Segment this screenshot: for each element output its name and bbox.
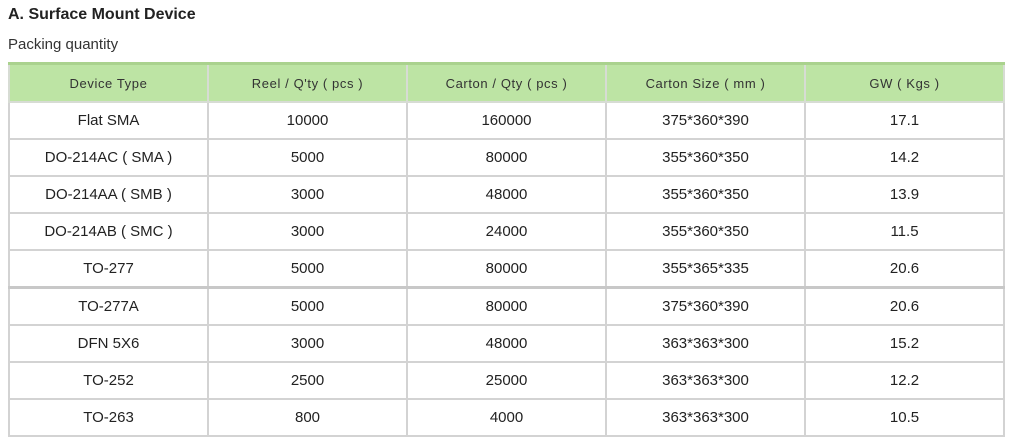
- cell-carton-size: 355*360*350: [605, 175, 806, 214]
- cell-carton-qty: 80000: [406, 138, 607, 177]
- cell-reel-qty: 3000: [207, 324, 408, 363]
- cell-reel-qty: 2500: [207, 361, 408, 400]
- section-title: A. Surface Mount Device: [8, 6, 196, 23]
- cell-reel-qty: 5000: [207, 249, 408, 289]
- cell-carton-qty: 24000: [406, 212, 607, 251]
- header-gross-weight: GW ( Kgs ): [804, 62, 1005, 103]
- cell-carton-qty: 25000: [406, 361, 607, 400]
- cell-device-type: DO-214AC ( SMA ): [8, 138, 209, 177]
- header-device-type: Device Type: [8, 62, 209, 103]
- table-body: Flat SMA 10000 160000 375*360*390 17.1 D…: [8, 101, 1005, 437]
- cell-device-type: TO-277A: [8, 286, 209, 326]
- cell-device-type: Flat SMA: [8, 101, 209, 140]
- cell-gross-weight: 20.6: [804, 286, 1005, 326]
- cell-carton-qty: 4000: [406, 398, 607, 437]
- cell-carton-qty: 48000: [406, 175, 607, 214]
- table-row: TO-252 2500 25000 363*363*300 12.2: [8, 361, 1005, 400]
- table-row: TO-277 5000 80000 355*365*335 20.6: [8, 249, 1005, 289]
- cell-gross-weight: 15.2: [804, 324, 1005, 363]
- table-row: DO-214AC ( SMA ) 5000 80000 355*360*350 …: [8, 138, 1005, 177]
- cell-carton-size: 375*360*390: [605, 286, 806, 326]
- cell-device-type: DO-214AA ( SMB ): [8, 175, 209, 214]
- cell-gross-weight: 20.6: [804, 249, 1005, 289]
- cell-carton-qty: 48000: [406, 324, 607, 363]
- cell-device-type: TO-277: [8, 249, 209, 289]
- header-carton-size: Carton Size ( mm ): [605, 62, 806, 103]
- cell-gross-weight: 12.2: [804, 361, 1005, 400]
- cell-device-type: DFN 5X6: [8, 324, 209, 363]
- cell-carton-size: 355*365*335: [605, 249, 806, 289]
- cell-device-type: DO-214AB ( SMC ): [8, 212, 209, 251]
- cell-carton-size: 375*360*390: [605, 101, 806, 140]
- cell-gross-weight: 11.5: [804, 212, 1005, 251]
- table-row: DO-214AB ( SMC ) 3000 24000 355*360*350 …: [8, 212, 1005, 251]
- cell-gross-weight: 10.5: [804, 398, 1005, 437]
- cell-device-type: TO-252: [8, 361, 209, 400]
- header-carton-qty: Carton / Qty ( pcs ): [406, 62, 607, 103]
- cell-gross-weight: 13.9: [804, 175, 1005, 214]
- cell-reel-qty: 5000: [207, 286, 408, 326]
- cell-gross-weight: 17.1: [804, 101, 1005, 140]
- cell-reel-qty: 10000: [207, 101, 408, 140]
- cell-reel-qty: 3000: [207, 175, 408, 214]
- cell-carton-size: 363*363*300: [605, 324, 806, 363]
- table-row: DO-214AA ( SMB ) 3000 48000 355*360*350 …: [8, 175, 1005, 214]
- cell-carton-size: 355*360*350: [605, 138, 806, 177]
- cell-carton-qty: 160000: [406, 101, 607, 140]
- cell-device-type: TO-263: [8, 398, 209, 437]
- cell-carton-size: 355*360*350: [605, 212, 806, 251]
- table-header-row: Device Type Reel / Q'ty ( pcs ) Carton /…: [8, 62, 1005, 103]
- cell-reel-qty: 5000: [207, 138, 408, 177]
- cell-carton-size: 363*363*300: [605, 398, 806, 437]
- header-reel-qty: Reel / Q'ty ( pcs ): [207, 62, 408, 103]
- table-row: TO-277A 5000 80000 375*360*390 20.6: [8, 286, 1005, 326]
- cell-carton-qty: 80000: [406, 249, 607, 289]
- packing-quantity-table: Device Type Reel / Q'ty ( pcs ) Carton /…: [8, 62, 1005, 437]
- table-header: Device Type Reel / Q'ty ( pcs ) Carton /…: [8, 62, 1005, 103]
- table-row: DFN 5X6 3000 48000 363*363*300 15.2: [8, 324, 1005, 363]
- table-row: TO-263 800 4000 363*363*300 10.5: [8, 398, 1005, 437]
- cell-gross-weight: 14.2: [804, 138, 1005, 177]
- packing-quantity-subtitle: Packing quantity: [8, 36, 119, 53]
- cell-reel-qty: 3000: [207, 212, 408, 251]
- table-row: Flat SMA 10000 160000 375*360*390 17.1: [8, 101, 1005, 140]
- cell-carton-size: 363*363*300: [605, 361, 806, 400]
- cell-reel-qty: 800: [207, 398, 408, 437]
- cell-carton-qty: 80000: [406, 286, 607, 326]
- packing-table-container: Device Type Reel / Q'ty ( pcs ) Carton /…: [8, 62, 1005, 437]
